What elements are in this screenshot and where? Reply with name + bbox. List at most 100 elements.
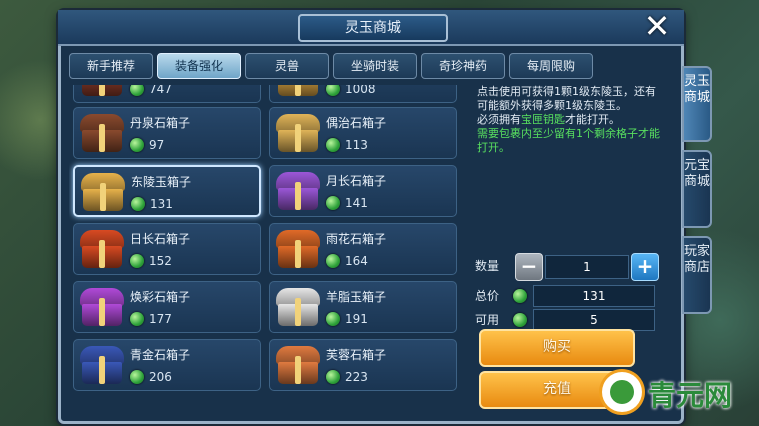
site-logo-icon	[602, 372, 642, 412]
tab-newbie[interactable]: 新手推荐	[69, 53, 153, 79]
treasure-chest-icon	[276, 344, 320, 386]
item-price: 113	[345, 138, 368, 152]
jade-currency-icon	[326, 254, 340, 268]
tab-equipment-upgrade[interactable]: 装备强化	[157, 53, 241, 79]
item-price: 177	[149, 312, 172, 326]
shop-item[interactable]: 雨花石箱子 164	[269, 223, 457, 275]
description-line-3: 需要包裹内至少留有1个剩余格子才能打开。	[477, 127, 660, 154]
jade-currency-icon	[326, 370, 340, 384]
shop-item[interactable]: 丹泉石箱子 97	[73, 107, 261, 159]
quantity-label: 数量	[475, 259, 500, 273]
shop-item[interactable]: 焕彩石箱子 177	[73, 281, 261, 333]
shop-item[interactable]: 偶治石箱子 113	[269, 107, 457, 159]
jade-currency-icon	[326, 85, 340, 96]
item-name: 芙蓉石箱子	[326, 348, 387, 362]
item-price: 191	[345, 312, 368, 326]
key-requirement: 宝匣钥匙	[521, 113, 565, 126]
jade-currency-icon	[131, 197, 145, 211]
item-name: 雨花石箱子	[326, 232, 387, 246]
quantity-plus-button[interactable]: +	[631, 253, 659, 281]
treasure-chest-icon	[80, 344, 124, 386]
treasure-chest-icon	[80, 85, 124, 98]
item-name: 东陵玉箱子	[131, 175, 192, 189]
item-price-row: 97	[130, 136, 164, 154]
item-price-row: 131	[131, 195, 173, 213]
shop-item[interactable]: 芙蓉石箱子 223	[269, 339, 457, 391]
title-bar: 灵玉商城	[58, 10, 684, 46]
watermark-text: 青元网	[648, 379, 733, 412]
item-price-row: 747	[130, 85, 172, 98]
tab-spirit-beast[interactable]: 灵兽	[245, 53, 329, 79]
treasure-chest-icon	[276, 85, 320, 98]
item-price-row: 191	[326, 310, 368, 328]
item-price-row: 141	[326, 194, 368, 212]
item-price: 152	[149, 254, 172, 268]
jade-currency-icon	[326, 138, 340, 152]
total-price-label: 总价	[475, 289, 500, 303]
shop-item[interactable]: 747	[73, 85, 261, 103]
category-tabs: 新手推荐 装备强化 灵兽 坐骑时装 奇珍神药 每周限购	[69, 53, 593, 81]
treasure-chest-icon	[276, 170, 320, 212]
shop-item[interactable]: 日长石箱子 152	[73, 223, 261, 275]
description-line-2: 必须拥有宝匣钥匙才能打开。	[477, 113, 661, 127]
tab-weekly-limited[interactable]: 每周限购	[509, 53, 593, 79]
item-price: 223	[345, 370, 368, 384]
quantity-minus-button[interactable]: −	[515, 253, 543, 281]
item-price: 206	[149, 370, 172, 384]
shop-item[interactable]: 月长石箱子 141	[269, 165, 457, 217]
item-name: 偶治石箱子	[326, 116, 387, 130]
jade-currency-icon	[130, 370, 144, 384]
item-grid: 747 1008 丹泉石箱子 97 偶治石箱子 113 东陵玉箱子 131 月长石箱子 141 日长…	[69, 85, 469, 415]
item-price-row: 1008	[326, 85, 376, 98]
tab-mount-fashion[interactable]: 坐骑时装	[333, 53, 417, 79]
jade-currency-icon	[513, 313, 527, 327]
description-line-2-prefix: 必须拥有	[477, 113, 521, 126]
item-name: 日长石箱子	[130, 232, 191, 246]
item-name: 焕彩石箱子	[130, 290, 191, 304]
jade-currency-icon	[326, 312, 340, 326]
side-tab-jade-shop[interactable]: 灵玉商城	[682, 66, 712, 142]
item-price: 131	[150, 197, 173, 211]
description-line-1: 点击使用可获得1颗1级东陵玉，还有可能额外获得多颗1级东陵玉。	[477, 85, 656, 112]
jade-currency-icon	[130, 254, 144, 268]
jade-currency-icon	[130, 85, 144, 96]
buy-button[interactable]: 购买	[479, 329, 635, 367]
total-price-value: 131	[533, 285, 655, 307]
treasure-chest-icon	[80, 112, 124, 154]
item-price: 164	[345, 254, 368, 268]
treasure-chest-icon	[80, 286, 124, 328]
shop-item[interactable]: 青金石箱子 206	[73, 339, 261, 391]
item-name: 羊脂玉箱子	[326, 290, 387, 304]
tab-rare-medicine[interactable]: 奇珍神药	[421, 53, 505, 79]
item-name: 青金石箱子	[130, 348, 191, 362]
jade-currency-icon	[513, 289, 527, 303]
shop-item[interactable]: 东陵玉箱子 131	[73, 165, 261, 217]
jade-shop-window: 灵玉商城 新手推荐 装备强化 灵兽 坐骑时装 奇珍神药 每周限购 747 1008…	[58, 10, 684, 424]
treasure-chest-icon	[276, 112, 320, 154]
item-price-row: 152	[130, 252, 172, 270]
jade-currency-icon	[130, 138, 144, 152]
item-price: 141	[345, 196, 368, 210]
side-tab-player-store[interactable]: 玩家商店	[682, 236, 712, 314]
treasure-chest-icon	[81, 171, 125, 213]
treasure-chest-icon	[276, 286, 320, 328]
close-icon[interactable]: ✕	[640, 10, 674, 44]
available-label: 可用	[475, 313, 500, 327]
available-value: 5	[533, 309, 655, 331]
treasure-chest-icon	[276, 228, 320, 270]
item-name: 月长石箱子	[326, 174, 387, 188]
item-price: 747	[149, 85, 172, 96]
item-price: 1008	[345, 85, 376, 96]
treasure-chest-icon	[80, 228, 124, 270]
window-title: 灵玉商城	[298, 14, 448, 42]
shop-item[interactable]: 羊脂玉箱子 191	[269, 281, 457, 333]
item-price-row: 206	[130, 368, 172, 386]
description-line-2-suffix: 才能打开。	[565, 113, 620, 126]
item-name: 丹泉石箱子	[130, 116, 191, 130]
side-tab-ingot-shop[interactable]: 元宝商城	[682, 150, 712, 228]
shop-item[interactable]: 1008	[269, 85, 457, 103]
quantity-input[interactable]: 1	[545, 255, 629, 279]
site-watermark: 青元网	[598, 368, 758, 418]
jade-currency-icon	[326, 196, 340, 210]
jade-currency-icon	[130, 312, 144, 326]
